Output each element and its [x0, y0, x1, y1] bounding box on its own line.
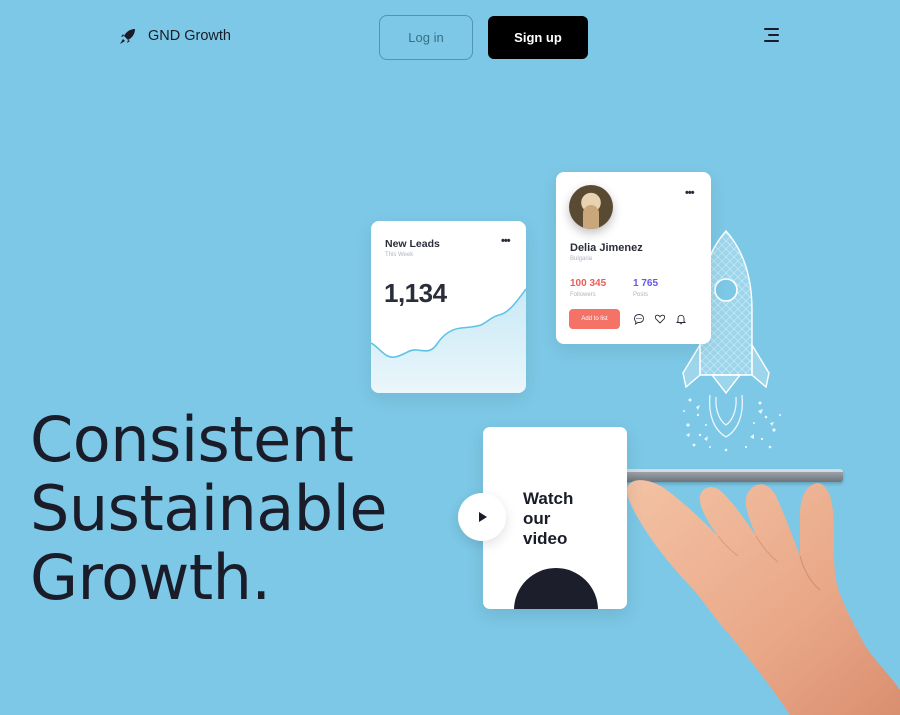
profile-name: Delia Jimenez: [570, 242, 643, 254]
video-title: Watch our video: [523, 489, 593, 549]
posts-count: 1 765: [633, 278, 659, 289]
more-dots-icon[interactable]: •••: [501, 236, 511, 247]
headline-line-3: Growth.: [30, 541, 271, 614]
video-title-line-1: Watch: [523, 489, 574, 508]
rocket-icon: [120, 29, 135, 44]
headline-line-2: Sustainable: [30, 472, 388, 545]
video-title-line-2: our: [523, 509, 551, 528]
add-to-list-button[interactable]: Add to list: [569, 309, 620, 329]
video-thumbnail-shape: [514, 568, 598, 609]
hamburger-menu-icon[interactable]: [760, 25, 782, 47]
posts-label: Posts: [633, 292, 649, 298]
new-leads-card: New Leads This Week ••• 1,134: [371, 221, 526, 393]
avatar: [569, 185, 613, 229]
leads-period: This Week: [385, 252, 414, 258]
play-button[interactable]: [458, 493, 506, 541]
bell-icon[interactable]: [675, 313, 687, 325]
chat-icon[interactable]: [633, 313, 645, 325]
signup-button[interactable]: Sign up: [488, 16, 588, 59]
brand-name: GND Growth: [148, 28, 231, 44]
followers-label: Followers: [570, 292, 596, 298]
heart-icon[interactable]: [654, 313, 666, 325]
video-title-line-3: video: [523, 529, 568, 548]
profile-card: ••• Delia Jimenez Bulgaria 100 345 Follo…: [556, 172, 711, 344]
hand-illustration: [627, 480, 900, 715]
leads-title: New Leads: [385, 238, 440, 250]
leads-trend-chart: [371, 288, 526, 393]
headline-line-1: Consistent: [30, 403, 354, 476]
login-button[interactable]: Log in: [379, 15, 473, 60]
hero-headline: Consistent Sustainable Growth.: [30, 403, 388, 614]
profile-location: Bulgaria: [570, 256, 593, 262]
more-dots-icon[interactable]: •••: [685, 188, 695, 199]
followers-count: 100 345: [570, 278, 607, 289]
play-icon: [479, 512, 487, 522]
brand-logo[interactable]: GND Growth: [118, 26, 231, 46]
